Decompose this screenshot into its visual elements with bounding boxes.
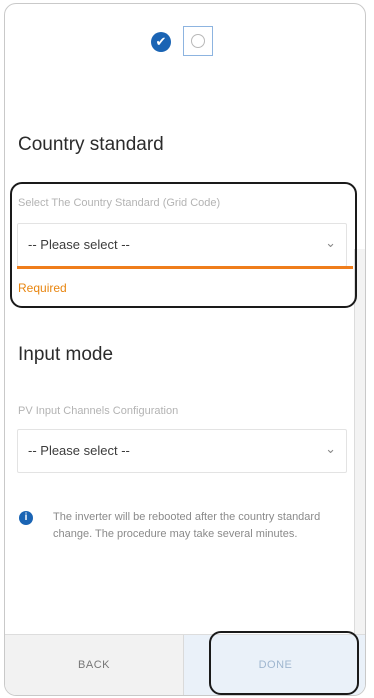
step-completed-check-icon: ✔: [151, 32, 171, 52]
step-pending-circle-icon: [191, 34, 205, 48]
highlight-outline-country: [10, 182, 357, 308]
step-indicator: ✔: [5, 26, 365, 56]
step-current[interactable]: [183, 26, 213, 56]
app-frame: ✔ Country standard Select The Country St…: [4, 3, 366, 696]
back-button[interactable]: BACK: [5, 635, 184, 695]
chevron-down-icon: ⌄: [325, 441, 336, 456]
input-mode-title: Input mode: [18, 344, 114, 365]
info-text: The inverter will be rebooted after the …: [53, 511, 321, 540]
pv-input-channels-select[interactable]: -- Please select -- ⌄: [17, 429, 347, 473]
highlight-outline-done: [209, 631, 359, 695]
pv-input-channels-label: PV Input Channels Configuration: [18, 405, 179, 417]
info-icon: i: [19, 511, 33, 525]
scrollbar-track[interactable]: [354, 249, 365, 639]
pv-input-channels-select-value: -- Please select --: [28, 443, 130, 458]
country-standard-title: Country standard: [18, 134, 164, 155]
